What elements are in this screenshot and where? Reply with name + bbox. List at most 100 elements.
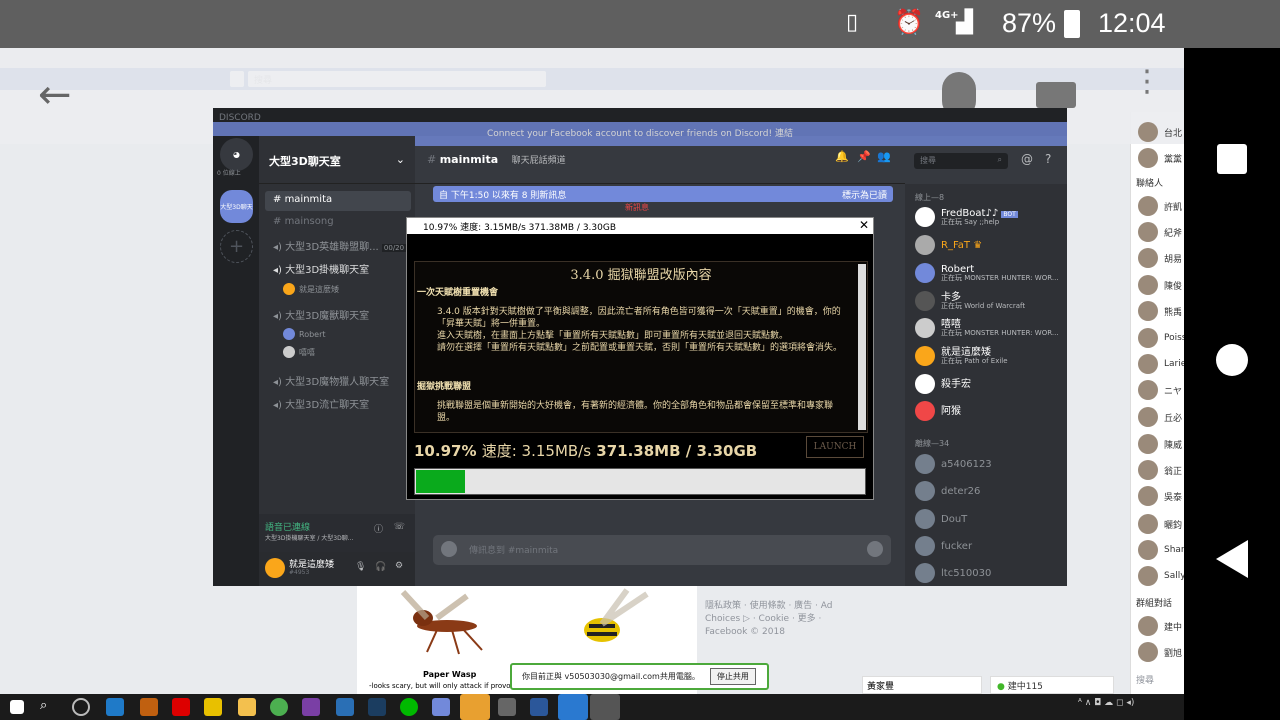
list-item[interactable]: 許凱 [1138,196,1184,216]
cortana-icon[interactable] [72,698,90,716]
members-icon[interactable]: 👥 [877,150,891,163]
list-item[interactable]: 熊禹 [1138,301,1184,321]
close-icon[interactable]: ✕ [859,218,869,232]
app-icon[interactable] [172,698,190,716]
member-item[interactable]: 就是這麼矮 正在玩 Path of Exile [915,343,1065,369]
list-item[interactable]: 劉旭 [1138,642,1184,662]
mark-read-button[interactable]: 標示為已讀 [842,188,887,201]
gear-icon[interactable]: ⚙ [395,561,403,571]
app-icon[interactable] [106,698,124,716]
back-arrow-icon[interactable]: ← [38,72,72,118]
line-icon[interactable] [400,698,418,716]
poe-icon[interactable] [590,694,620,720]
list-item[interactable]: 吳泰 [1138,486,1184,506]
server-icon[interactable]: 大型3D聊天 [220,190,253,223]
emoji-icon[interactable] [867,541,883,557]
voice-channel[interactable]: ◂) 大型3D掛機聊天室 [265,258,411,278]
new-messages-bar[interactable]: 自 下午1:50 以來有 8 則新訊息 標示為已讀 [433,186,893,202]
pin-icon[interactable]: 📌 [857,150,871,163]
patch-notes[interactable]: 3.4.0 掘獄聯盟改版內容 一次天賦樹重置機會 3.4.0 版本針對天賦樹做了… [414,261,868,433]
bell-icon[interactable]: 🔔 [835,150,849,163]
list-item[interactable]: 陳威 [1138,434,1184,454]
member-item[interactable]: R_FaT ♛ [915,232,1065,258]
info-icon[interactable]: ⓘ [374,522,383,535]
app-icon[interactable] [498,698,516,716]
chrome-icon[interactable] [270,698,288,716]
folder-icon[interactable] [238,698,256,716]
headphones-icon[interactable]: 🎧 [375,562,386,572]
home-icon[interactable] [1216,344,1248,376]
search-icon[interactable]: ⌕ [40,698,58,716]
member-item[interactable]: a5406123 [915,451,1065,477]
list-item[interactable]: 胡易 [1138,248,1184,268]
word-icon[interactable] [530,698,548,716]
ie-icon[interactable] [558,694,588,720]
steam-icon[interactable] [368,698,386,716]
help-icon[interactable]: ? [1045,152,1051,166]
message-input[interactable]: 傳訊息到 #mainmita [433,535,891,565]
footer-links[interactable]: 隱私政策 · 使用條款 · 廣告 · Ad Choices ▷ · Cookie… [705,600,849,626]
list-item[interactable]: 黨黨 [1138,148,1184,168]
list-item[interactable]: 紀斧 [1138,222,1184,242]
list-item[interactable]: 丘必 [1138,407,1184,427]
voice-channel[interactable]: ◂) 大型3D魔獸聊天室 [265,304,411,324]
keyboard-icon[interactable] [1036,82,1076,108]
list-item[interactable]: Sally [1138,566,1184,586]
app-icon[interactable] [460,694,490,720]
voice-channel[interactable]: ◂) 大型3D流亡聊天室 [265,393,411,413]
chat-tab[interactable]: ● 建中115 [990,676,1114,694]
list-item[interactable]: 曬鈞 [1138,514,1184,534]
mention-icon[interactable]: @ [1021,152,1033,166]
friends-search[interactable]: 搜尋 [1136,673,1154,686]
stop-sharing-button[interactable]: 停止共用 [709,668,756,685]
member-item[interactable]: 阿猴 [915,398,1065,424]
windows-start-icon[interactable] [10,700,24,714]
server-header[interactable]: 大型3D聊天室 ⌄ [259,136,415,184]
discord-home-icon[interactable]: ◕ [220,138,253,171]
list-item[interactable]: 台北 [1138,122,1184,142]
member-item[interactable]: ltc510030 [915,560,1065,586]
member-item[interactable]: 殺手宏 [915,371,1065,397]
channel-mainsong[interactable]: # mainsong [265,213,411,233]
list-item[interactable]: Poiss [1138,328,1184,348]
list-item[interactable]: Shar [1138,540,1184,560]
upload-icon[interactable] [441,541,457,557]
voice-channel[interactable]: ◂) 大型3D英雄聯盟聊... 00/20 [265,235,411,255]
disconnect-icon[interactable]: ☏ [394,522,405,532]
list-item[interactable]: Larie [1138,354,1184,374]
app-icon[interactable] [302,698,320,716]
download-speed: 速度: 3.15MB/s [481,442,592,460]
member-item[interactable]: Robert 正在玩 MONSTER HUNTER: WOR... [915,260,1065,286]
system-tray[interactable]: ᴬ ∧ ◘ ☁ ◻ ◂) [1078,698,1178,716]
member-item[interactable]: FredBoat♪♪ BOT 正在玩 Say ;;help [915,204,1065,230]
scrollbar[interactable] [858,264,866,430]
list-item[interactable]: 建中 [1138,616,1184,636]
recents-icon[interactable] [1217,144,1247,174]
launch-button[interactable]: LAUNCH [806,436,864,458]
chat-tab[interactable]: 黃家豐 [862,676,982,694]
back-icon[interactable] [1216,540,1248,578]
app-icon[interactable] [204,698,222,716]
member-item[interactable]: 嘻嘻 正在玩 MONSTER HUNTER: WOR... [915,315,1065,341]
member-item[interactable]: 卡多 正在玩 World of Warcraft [915,288,1065,314]
list-item[interactable]: 翁正 [1138,460,1184,480]
voice-user[interactable]: 嘻嘻 [283,344,315,360]
app-icon[interactable] [140,698,158,716]
add-server-icon[interactable]: + [220,230,253,263]
channel-mainmita[interactable]: # mainmita [265,191,411,211]
list-item[interactable]: ニヤ [1138,380,1184,400]
member-item[interactable]: deter26 [915,478,1065,504]
voice-user[interactable]: 就是這麼矮 [283,281,339,297]
patch-text: 請勿在選擇「重置所有天賦點數」之前配置或重置天賦，否則「重置所有天賦點數」的選項… [437,343,843,354]
search-input[interactable]: 搜尋 ⌕ [914,153,1008,169]
microphone-icon[interactable]: 🎙 [355,562,366,572]
more-options-icon[interactable]: ⋮ [1132,67,1162,97]
member-item[interactable]: DouT [915,506,1065,532]
avatar[interactable] [265,558,285,578]
discord-icon[interactable] [432,698,450,716]
app-icon[interactable] [336,698,354,716]
member-item[interactable]: fucker [915,533,1065,559]
voice-channel[interactable]: ◂) 大型3D魔物獵人聊天室 [265,370,411,390]
voice-user[interactable]: Robert [283,326,326,342]
list-item[interactable]: 陳俊 [1138,275,1184,295]
